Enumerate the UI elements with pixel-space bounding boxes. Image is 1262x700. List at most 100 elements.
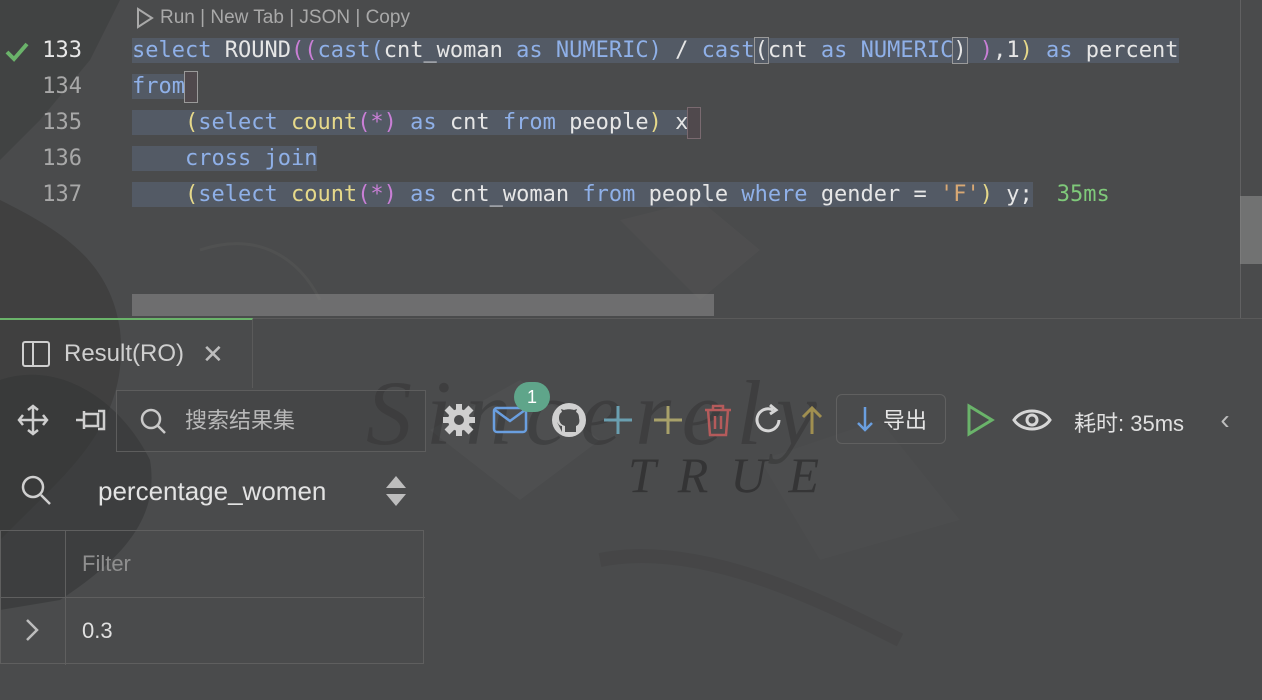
code-token: ( [370, 38, 384, 63]
code-token: as [396, 110, 450, 135]
trash-icon [705, 404, 731, 437]
column-header-percentage-women[interactable]: percentage_women [98, 476, 326, 507]
code-line-135[interactable]: (select count(*) as cnt from people) x [132, 106, 702, 140]
chevron-right-icon[interactable] [22, 614, 42, 646]
line-number: 135 [42, 110, 82, 135]
close-icon[interactable]: ✕ [202, 339, 224, 370]
result-actions: ‹ [0, 386, 1262, 454]
code-token: cross join [184, 146, 318, 171]
code-token: (( [290, 38, 318, 63]
submit-button[interactable] [796, 386, 828, 454]
collapse-button[interactable]: ‹ [1212, 386, 1238, 454]
table-cell[interactable]: 0.3 [82, 618, 113, 644]
add-column-button[interactable] [650, 386, 686, 454]
code-token: ( [753, 37, 769, 64]
result-grid [0, 530, 425, 665]
run-icon[interactable] [136, 7, 154, 29]
preview-button[interactable] [1010, 386, 1054, 454]
vertical-scrollbar[interactable] [1240, 196, 1262, 264]
code-token: (*) [357, 110, 397, 135]
play-icon [967, 403, 995, 437]
codelens-actions[interactable]: Run | New Tab | JSON | Copy [136, 7, 410, 29]
code-token: / [661, 38, 702, 63]
right-margin-guide [1240, 0, 1241, 318]
export-label: 导出 [882, 408, 927, 433]
background-title-text: TRUE [628, 447, 841, 503]
code-token: from [132, 74, 185, 99]
line-number: 133 [42, 38, 82, 63]
export-button[interactable]: 导出 [836, 394, 946, 444]
code-token: from [502, 110, 570, 135]
code-line-133[interactable]: select ROUND((cast(cnt_woman as NUMERIC)… [132, 34, 1179, 68]
code-token: ) [952, 37, 968, 64]
arrow-up-icon [801, 405, 823, 434]
code-token: , [993, 38, 1007, 63]
line-number: 134 [42, 74, 82, 99]
code-token: ) [966, 38, 994, 63]
tab-result[interactable]: Result(RO) ✕ [0, 318, 253, 388]
refresh-button[interactable] [750, 386, 786, 454]
code-token: ) [979, 182, 994, 207]
code-token: ( [184, 182, 199, 207]
code-token: 'F' [940, 182, 980, 207]
grid-divider [65, 531, 66, 665]
code-token: people [569, 110, 649, 135]
code-line-134[interactable]: from [132, 70, 198, 104]
chevron-left-icon: ‹ [1220, 404, 1230, 435]
code-token: as [502, 38, 556, 63]
line-number: 137 [42, 182, 82, 207]
code-token: as [396, 182, 450, 207]
column-filter-input[interactable]: Filter [82, 551, 131, 577]
code-token: count [290, 110, 358, 135]
execution-time: 35ms [1056, 182, 1110, 207]
notification-badge: 1 [514, 382, 550, 412]
sort-icon[interactable] [384, 474, 408, 508]
table-icon [22, 341, 50, 367]
code-token: count [290, 182, 358, 207]
code-token: people [648, 182, 742, 207]
code-line-137[interactable]: (select count(*) as cnt_woman from peopl… [132, 178, 1110, 212]
add-row-button[interactable] [600, 386, 636, 454]
code-token: ROUND [211, 38, 291, 63]
code-token: x [661, 110, 689, 135]
delete-button[interactable] [700, 386, 736, 454]
code-token: cast [317, 38, 371, 63]
code-token: ( [184, 110, 199, 135]
codelens-label[interactable]: Run | New Tab | JSON | Copy [160, 7, 410, 29]
code-token: select [198, 110, 291, 135]
tab-label: Result(RO) [64, 340, 185, 367]
code-token: cast [701, 38, 755, 63]
plus-icon [604, 406, 632, 434]
code-token: (*) [357, 182, 397, 207]
code-token: ) [648, 110, 662, 135]
horizontal-scrollbar[interactable] [132, 294, 714, 316]
code-token: ) [1019, 38, 1033, 63]
code-token: from [582, 182, 649, 207]
plus-icon [654, 406, 682, 434]
code-token: percent [1085, 38, 1179, 63]
code-token: select [132, 38, 212, 63]
code-line-136[interactable]: cross join [132, 142, 318, 176]
sql-editor[interactable]: Run | New Tab | JSON | Copy 133 134 135 … [0, 0, 1262, 318]
code-token: ) [648, 38, 662, 63]
code-token: NUMERIC [860, 38, 954, 63]
code-token: select [198, 182, 291, 207]
settings-button[interactable] [440, 386, 478, 454]
code-token: gender = [820, 182, 941, 207]
github-icon [552, 403, 586, 437]
eye-icon [1012, 409, 1052, 431]
elapsed-time: 耗时: 35ms [1074, 411, 1185, 436]
refresh-icon [755, 403, 781, 433]
run-button[interactable] [962, 386, 998, 454]
code-token: as [807, 38, 861, 63]
arrow-down-icon [857, 407, 873, 432]
code-token: NUMERIC [555, 38, 649, 63]
code-token: cnt_woman [383, 38, 503, 63]
code-token: cnt [767, 38, 808, 63]
search-icon[interactable] [20, 474, 52, 506]
code-token: y; [993, 182, 1033, 207]
grid-divider [1, 597, 425, 598]
gear-icon [443, 404, 475, 436]
github-button[interactable] [548, 386, 590, 454]
code-token: cnt_woman [449, 182, 583, 207]
